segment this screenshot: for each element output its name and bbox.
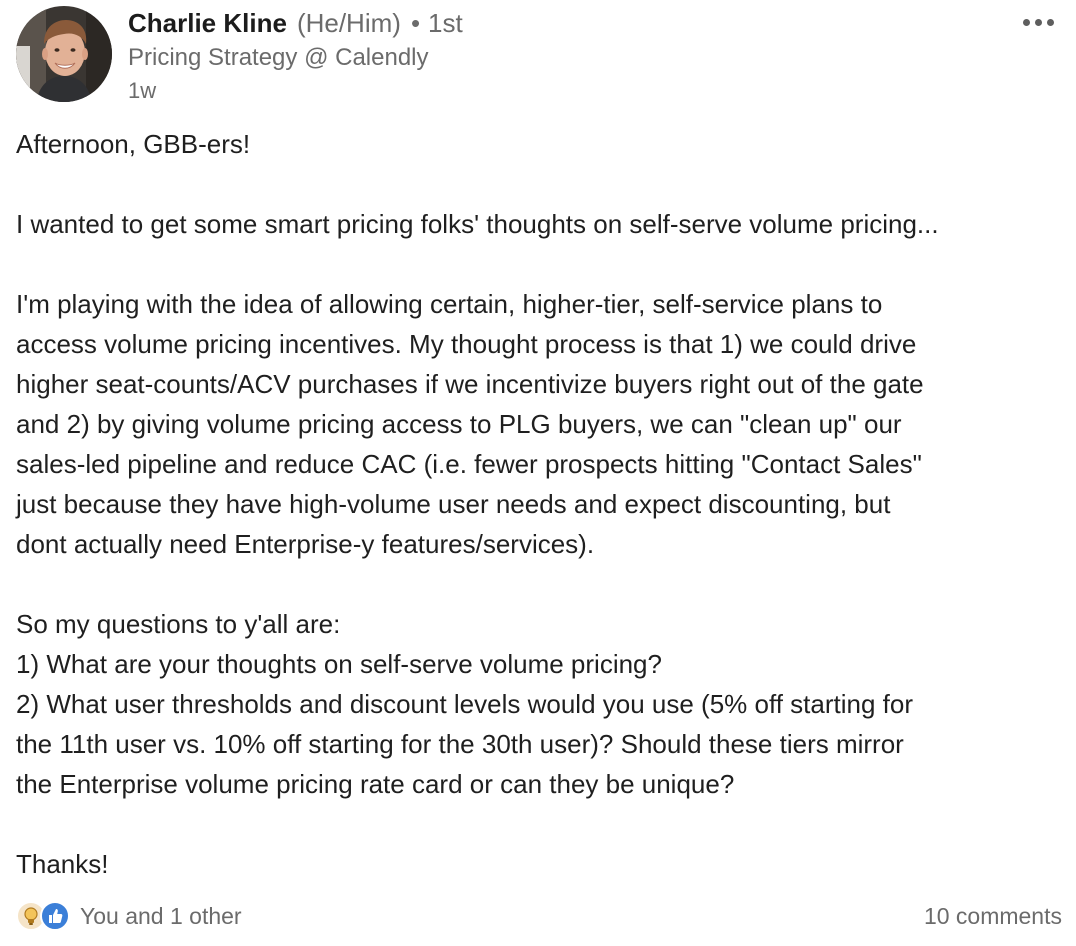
body-spacer <box>16 804 1066 844</box>
body-line: higher seat-counts/ACV purchases if we i… <box>16 369 924 399</box>
body-spacer <box>16 564 1066 604</box>
body-line: dont actually need Enterprise-y features… <box>16 529 595 559</box>
post-card: Charlie Kline (He/Him) • 1st Pricing Str… <box>0 0 1076 946</box>
separator-dot: • <box>410 8 421 38</box>
more-options-icon <box>1022 18 1030 26</box>
author-pronouns: (He/Him) <box>296 8 401 38</box>
body-line: sales-led pipeline and reduce CAC (i.e. … <box>16 449 922 479</box>
connection-degree: 1st <box>428 8 463 38</box>
avatar-photo-icon <box>16 6 112 102</box>
author-name[interactable]: Charlie Kline <box>128 8 287 39</box>
body-line: I wanted to get some smart pricing folks… <box>16 209 939 239</box>
body-line: and 2) by giving volume pricing access t… <box>16 409 902 439</box>
body-line: 2) What user thresholds and discount lev… <box>16 689 913 719</box>
body-line: 1) What are your thoughts on self-serve … <box>16 649 662 679</box>
comments-count-link[interactable]: 10 comments <box>924 903 1062 930</box>
like-thumb-icon <box>40 901 70 931</box>
post-body: Afternoon, GBB-ers! I wanted to get some… <box>16 124 1066 884</box>
more-options-icon-dot <box>1034 18 1042 26</box>
post-timestamp[interactable]: 1w <box>128 78 156 104</box>
more-options-icon-dot <box>1046 18 1054 26</box>
body-line: the Enterprise volume pricing rate card … <box>16 769 735 799</box>
author-name-row: Charlie Kline (He/Him) • 1st <box>128 8 463 42</box>
reaction-icons <box>16 900 72 932</box>
reactions-count-text: You and 1 other <box>80 902 242 929</box>
body-line: Thanks! <box>16 849 109 879</box>
author-headline: Pricing Strategy @ Calendly <box>128 44 429 71</box>
more-options-button[interactable] <box>1016 8 1060 36</box>
body-spacer <box>16 164 1066 204</box>
body-line: the 11th user vs. 10% off starting for t… <box>16 729 904 759</box>
body-line: Afternoon, GBB-ers! <box>16 129 251 159</box>
body-line: access volume pricing incentives. My tho… <box>16 329 917 359</box>
author-avatar[interactable] <box>16 6 112 102</box>
body-line: just because they have high-volume user … <box>16 489 891 519</box>
body-spacer <box>16 244 1066 284</box>
reactions-summary[interactable]: You and 1 other <box>16 900 242 932</box>
body-line: I'm playing with the idea of allowing ce… <box>16 289 883 319</box>
body-line: So my questions to y'all are: <box>16 609 341 639</box>
